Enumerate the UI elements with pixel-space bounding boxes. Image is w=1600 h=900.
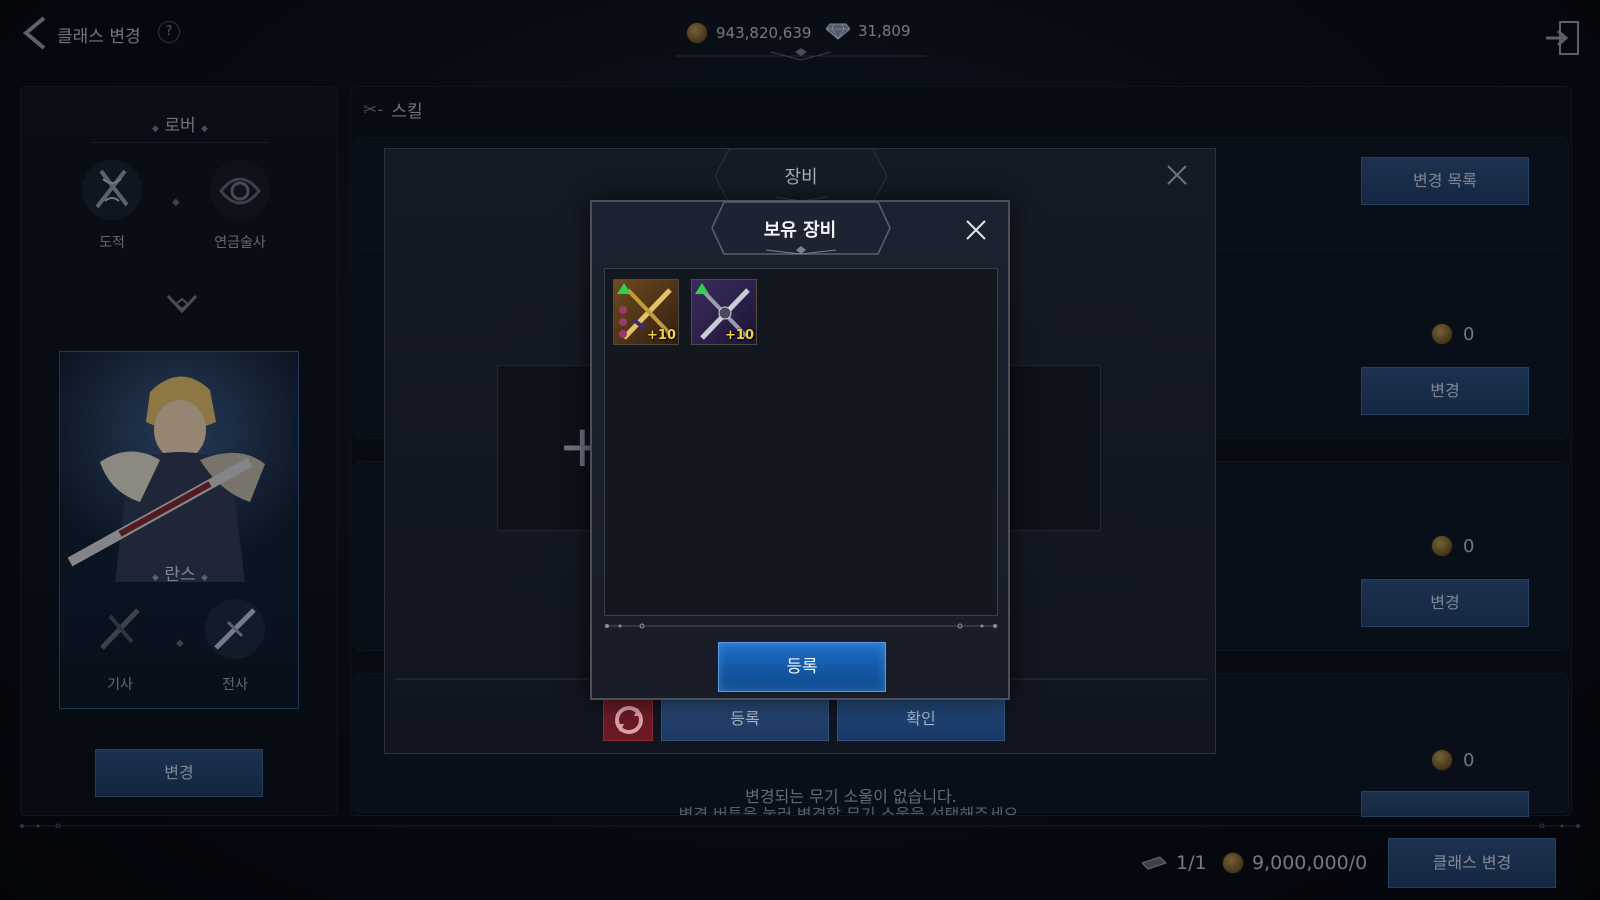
item-enhance-level: +10 [647, 328, 676, 343]
refresh-button[interactable] [603, 697, 653, 741]
item-enhance-level: +10 [725, 328, 754, 343]
equipment-item[interactable]: +10 [613, 279, 679, 345]
refresh-icon [615, 706, 643, 734]
owned-equipment-title: 보유 장비 [763, 220, 837, 241]
modal-divider [604, 623, 998, 629]
close-icon[interactable] [1165, 163, 1189, 187]
upgrade-arrow-icon [617, 283, 631, 294]
inventory-grid: +10 +10 [604, 268, 998, 616]
close-icon[interactable] [964, 218, 988, 242]
equipment-modal-title: 장비 [784, 167, 818, 188]
equipment-register-button[interactable]: 등록 [661, 697, 829, 741]
equipment-item[interactable]: +10 [691, 279, 757, 345]
screen: 클래스 변경 ? 943,820,639 31,809 ◆ 로버 ◆ 도적 ◆ … [0, 0, 1600, 900]
upgrade-arrow-icon [695, 283, 709, 294]
register-button[interactable]: 등록 [718, 642, 886, 692]
equipment-confirm-button[interactable]: 확인 [837, 697, 1005, 741]
owned-equipment-modal: 보유 장비 +10 +10 등록 [590, 200, 1010, 700]
